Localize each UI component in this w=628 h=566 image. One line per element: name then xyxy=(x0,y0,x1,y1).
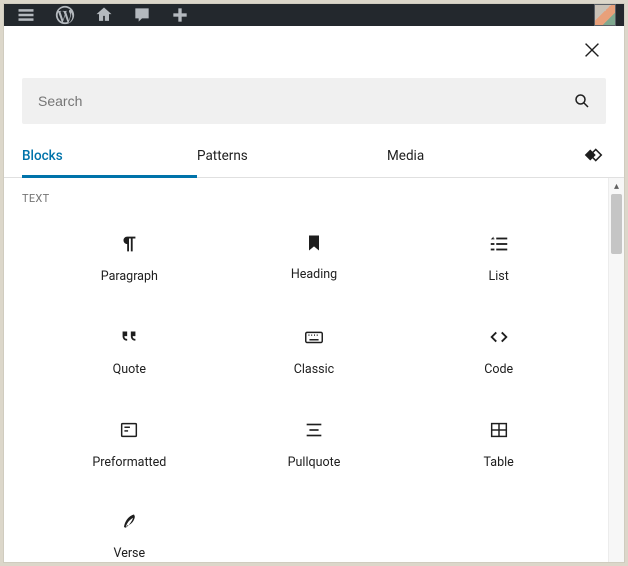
block-code[interactable]: Code xyxy=(411,320,586,383)
block-label: Quote xyxy=(113,362,146,377)
block-label: Paragraph xyxy=(101,269,158,284)
close-button[interactable] xyxy=(578,36,606,64)
menu-icon[interactable] xyxy=(16,5,36,25)
code-icon xyxy=(488,326,510,348)
home-icon[interactable] xyxy=(94,5,114,25)
scrollbar-thumb[interactable] xyxy=(611,194,622,254)
block-label: Table xyxy=(484,455,514,470)
section-title-text: TEXT xyxy=(22,192,606,205)
block-label: Heading xyxy=(291,267,337,282)
scroll-down-icon[interactable]: ▾ xyxy=(609,561,624,562)
paragraph-icon xyxy=(118,233,140,255)
block-heading[interactable]: Heading xyxy=(227,227,402,290)
wordpress-icon[interactable] xyxy=(54,4,76,26)
tab-media[interactable]: Media xyxy=(387,136,577,177)
toggle-preview-icon[interactable] xyxy=(580,144,606,170)
tab-blocks[interactable]: Blocks xyxy=(22,136,197,178)
block-label: List xyxy=(489,269,509,284)
preformatted-icon xyxy=(118,419,140,441)
quote-icon xyxy=(118,326,140,348)
block-classic[interactable]: Classic xyxy=(227,320,402,383)
add-new-icon[interactable] xyxy=(170,5,190,25)
block-quote[interactable]: Quote xyxy=(42,320,217,383)
block-verse[interactable]: Verse xyxy=(42,506,217,562)
block-pullquote[interactable]: Pullquote xyxy=(227,413,402,476)
block-list[interactable]: List xyxy=(411,227,586,290)
comments-icon[interactable] xyxy=(132,5,152,25)
avatar[interactable] xyxy=(594,4,618,26)
search-input[interactable] xyxy=(36,92,572,110)
block-label: Preformatted xyxy=(92,455,166,470)
block-preformatted[interactable]: Preformatted xyxy=(42,413,217,476)
block-table[interactable]: Table xyxy=(411,413,586,476)
pullquote-icon xyxy=(303,419,325,441)
search-icon[interactable] xyxy=(572,91,592,111)
block-label: Classic xyxy=(294,362,334,377)
scrollbar[interactable]: ▴ ▾ xyxy=(608,178,624,562)
list-icon xyxy=(488,233,510,255)
scroll-up-icon[interactable]: ▴ xyxy=(609,178,624,194)
blocks-grid: Paragraph Heading List xyxy=(22,227,606,562)
search-field[interactable] xyxy=(22,78,606,124)
block-label: Pullquote xyxy=(288,455,341,470)
block-label: Verse xyxy=(114,546,146,561)
tabs: Blocks Patterns Media xyxy=(4,136,624,178)
feather-icon xyxy=(119,512,139,532)
block-label: Code xyxy=(484,362,513,377)
scrollbar-track[interactable] xyxy=(609,194,624,561)
block-paragraph[interactable]: Paragraph xyxy=(42,227,217,290)
table-icon xyxy=(488,419,510,441)
block-inserter-panel: Blocks Patterns Media TEXT xyxy=(4,26,624,562)
bookmark-icon xyxy=(304,233,324,253)
keyboard-icon xyxy=(302,326,326,348)
admin-bar xyxy=(4,4,624,26)
tab-patterns[interactable]: Patterns xyxy=(197,136,387,177)
